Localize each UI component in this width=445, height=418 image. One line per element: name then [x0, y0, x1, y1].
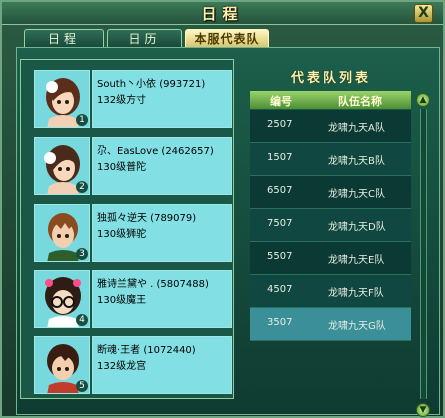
team-id: 6507 — [267, 185, 293, 196]
member-name: 断魂·王者 (1072440) — [97, 345, 196, 356]
window-title: 日程 — [201, 5, 244, 23]
member-level-class: 132级方寸 — [97, 95, 147, 106]
team-id: 4507 — [267, 284, 293, 295]
team-row[interactable]: 7507 龙啸九天D队 — [250, 209, 411, 242]
slot-number: 3 — [76, 248, 88, 260]
slot-number: 1 — [76, 114, 88, 126]
team-list-panel: 代表队列表 编号 队伍名称 2507 龙啸九天A队 1507 龙啸九天B队 65… — [245, 63, 436, 417]
member-name: 雅诗兰黛や . (5807488) — [97, 279, 209, 290]
close-button[interactable]: X — [414, 4, 433, 23]
team-name: 龙啸九天A队 — [328, 123, 385, 134]
member-name: 独孤々逆天 (789079) — [97, 213, 197, 224]
team-row[interactable]: 2507 龙啸九天A队 — [250, 110, 411, 143]
team-id: 2507 — [267, 119, 293, 130]
slot-number: 2 — [76, 181, 88, 193]
team-id: 7507 — [267, 218, 293, 229]
member-card-2[interactable]: 2 尕、EasLove (2462657) 130级普陀 — [34, 137, 232, 195]
member-name: 尕、EasLove (2462657) — [97, 146, 214, 157]
scroll-track[interactable] — [420, 109, 427, 399]
team-row[interactable]: 1507 龙啸九天B队 — [250, 143, 411, 176]
scrollbar[interactable]: ▲ ▼ — [416, 91, 430, 417]
tab-schedule[interactable]: 日程 — [24, 29, 104, 48]
avatar: 4 — [34, 270, 90, 328]
member-info: 雅诗兰黛や . (5807488) 130级魔王 — [92, 270, 232, 328]
team-row[interactable]: 4507 龙啸九天F队 — [250, 275, 411, 308]
slot-number: 4 — [76, 314, 88, 326]
member-info: South丶小依 (993721) 132级方寸 — [92, 70, 232, 128]
member-level-class: 130级狮驼 — [97, 229, 147, 240]
member-level-class: 130级魔王 — [97, 295, 147, 306]
scroll-up-icon[interactable]: ▲ — [416, 93, 430, 107]
tab-calendar[interactable]: 日历 — [107, 29, 182, 48]
team-name: 龙啸九天D队 — [328, 222, 386, 233]
team-list-title: 代表队列表 — [290, 71, 371, 86]
member-card-4[interactable]: 4 雅诗兰黛や . (5807488) 130级魔王 — [34, 270, 232, 328]
team-id: 3507 — [267, 317, 293, 328]
member-info: 独孤々逆天 (789079) 130级狮驼 — [92, 204, 232, 262]
team-name: 龙啸九天E队 — [328, 255, 385, 266]
slot-number: 5 — [76, 380, 88, 392]
team-name: 龙啸九天G队 — [328, 321, 386, 332]
team-row-selected[interactable]: 3507 龙啸九天G队 — [250, 308, 411, 341]
member-info: 断魂·王者 (1072440) 132级龙宫 — [92, 336, 232, 394]
member-card-1[interactable]: 1 South丶小依 (993721) 132级方寸 — [34, 70, 232, 128]
team-name: 龙啸九天C队 — [328, 189, 385, 200]
team-id: 5507 — [267, 251, 293, 262]
tab-server-team-label: 本服代表队 — [194, 32, 260, 46]
team-row[interactable]: 5507 龙啸九天E队 — [250, 242, 411, 275]
tab-calendar-label: 日历 — [128, 32, 161, 46]
avatar: 2 — [34, 137, 90, 195]
member-name: South丶小依 (993721) — [97, 79, 206, 90]
header-team-name: 队伍名称 — [338, 95, 382, 108]
team-table-header: 编号 队伍名称 — [250, 91, 411, 109]
title-bar[interactable]: 日程 X — [2, 2, 443, 25]
avatar: 1 — [34, 70, 90, 128]
member-card-3[interactable]: 3 独孤々逆天 (789079) 130级狮驼 — [34, 204, 232, 262]
team-id: 1507 — [267, 152, 293, 163]
team-name: 龙啸九天F队 — [328, 288, 384, 299]
member-level-class: 132级龙宫 — [97, 361, 147, 372]
tab-schedule-label: 日程 — [47, 32, 80, 46]
header-id: 编号 — [270, 95, 292, 108]
avatar: 3 — [34, 204, 90, 262]
team-row[interactable]: 6507 龙啸九天C队 — [250, 176, 411, 209]
scroll-down-icon[interactable]: ▼ — [416, 403, 430, 417]
avatar: 5 — [34, 336, 90, 394]
member-info: 尕、EasLove (2462657) 130级普陀 — [92, 137, 232, 195]
tab-server-team[interactable]: 本服代表队 — [185, 29, 269, 48]
team-name: 龙啸九天B队 — [328, 156, 385, 167]
member-level-class: 130级普陀 — [97, 162, 147, 173]
member-card-5[interactable]: 5 断魂·王者 (1072440) 132级龙宫 — [34, 336, 232, 394]
